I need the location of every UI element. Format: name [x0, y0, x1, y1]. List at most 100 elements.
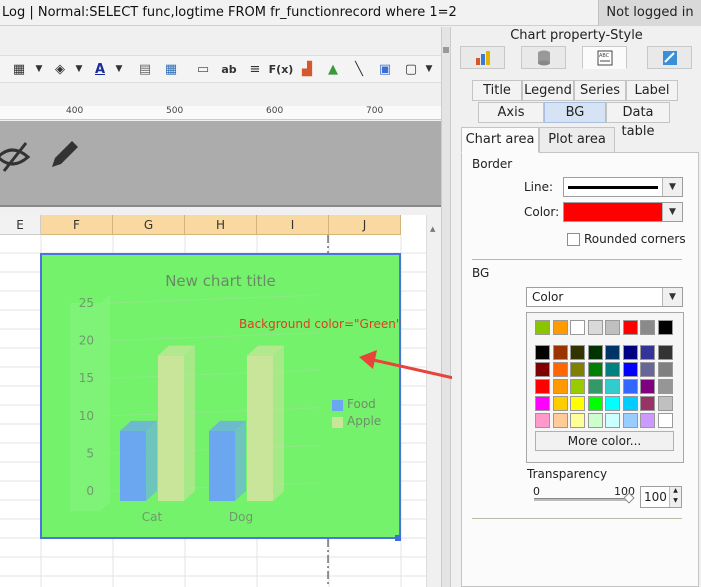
insert-doc-icon[interactable]: ▣: [376, 60, 394, 78]
insert-image-icon[interactable]: ▲: [324, 60, 342, 78]
transparency-slider[interactable]: [534, 498, 630, 501]
data-tab[interactable]: [521, 46, 566, 69]
color-swatch[interactable]: [657, 345, 673, 360]
scroll-up-icon[interactable]: ▲: [430, 225, 435, 233]
color-swatch[interactable]: [587, 362, 603, 377]
color-swatch[interactable]: [622, 396, 638, 411]
border-grid-icon[interactable]: ▦: [10, 60, 28, 78]
more-color-button[interactable]: More color...: [535, 431, 674, 451]
recent-color-swatch[interactable]: [552, 320, 568, 335]
column-header-j[interactable]: J: [329, 215, 401, 235]
color-swatch[interactable]: [622, 345, 638, 360]
color-swatch[interactable]: [622, 413, 638, 428]
chevron-down-icon[interactable]: ▼: [662, 288, 682, 306]
color-swatch[interactable]: [657, 379, 673, 394]
color-swatch[interactable]: [552, 396, 568, 411]
text-field-icon[interactable]: ▭: [194, 60, 212, 78]
effects-tab[interactable]: [647, 46, 692, 69]
recent-color-swatch[interactable]: [587, 320, 603, 335]
color-swatch[interactable]: [640, 345, 655, 360]
tab-label[interactable]: Label: [626, 80, 678, 101]
color-swatch[interactable]: [587, 379, 603, 394]
color-swatch[interactable]: [605, 413, 620, 428]
color-swatch[interactable]: [605, 345, 620, 360]
recent-color-swatch[interactable]: [640, 320, 655, 335]
table-icon[interactable]: ▦: [162, 60, 180, 78]
color-swatch[interactable]: [622, 379, 638, 394]
color-swatch[interactable]: [657, 396, 673, 411]
login-status[interactable]: Not logged in: [598, 0, 701, 26]
recent-color-swatch[interactable]: [570, 320, 585, 335]
color-swatch[interactable]: [570, 379, 585, 394]
chevron-down-icon[interactable]: ▼: [662, 203, 682, 221]
line-style-select[interactable]: ▼: [563, 177, 683, 197]
line-icon[interactable]: ╲: [350, 60, 368, 78]
color-swatch[interactable]: [640, 413, 655, 428]
font-color-icon[interactable]: A: [91, 60, 109, 78]
color-swatch[interactable]: [552, 379, 568, 394]
color-swatch[interactable]: [535, 396, 550, 411]
spin-up-icon[interactable]: ▲: [669, 487, 681, 497]
chevron-down-icon[interactable]: ▼: [110, 60, 128, 78]
style-tab[interactable]: ABC: [582, 46, 627, 69]
tab-title[interactable]: Title: [472, 80, 522, 101]
tab-data-table[interactable]: Data table: [606, 102, 670, 139]
color-swatch[interactable]: [552, 362, 568, 377]
edit-pencil-icon[interactable]: [46, 137, 82, 173]
formula-icon[interactable]: F(x): [269, 60, 294, 78]
color-swatch[interactable]: [570, 413, 585, 428]
text-ab-icon[interactable]: ab: [220, 60, 238, 78]
color-swatch[interactable]: [640, 362, 655, 377]
rounded-corners-checkbox[interactable]: [567, 233, 580, 246]
align-icon[interactable]: ≡: [246, 60, 264, 78]
color-swatch[interactable]: [535, 345, 550, 360]
color-swatch[interactable]: [570, 345, 585, 360]
spin-down-icon[interactable]: ▼: [669, 497, 681, 507]
color-swatch[interactable]: [657, 362, 673, 377]
color-swatch[interactable]: [587, 396, 603, 411]
chart-area[interactable]: New chart title Background color="Green"…: [40, 253, 401, 541]
transparency-stepper[interactable]: 100 ▲ ▼: [640, 486, 682, 508]
color-swatch[interactable]: [552, 345, 568, 360]
chevron-down-icon[interactable]: ▼: [30, 60, 48, 78]
column-header-g[interactable]: G: [113, 215, 185, 235]
tab-axis[interactable]: Axis: [478, 102, 544, 123]
column-header-i[interactable]: I: [257, 215, 329, 235]
tab-plot-area[interactable]: Plot area: [539, 127, 615, 153]
resize-handle[interactable]: [395, 535, 401, 541]
tab-bg[interactable]: BG: [544, 102, 606, 123]
insert-chart-icon[interactable]: ▟: [298, 60, 316, 78]
column-header-h[interactable]: H: [185, 215, 257, 235]
bg-type-select[interactable]: Color ▼: [526, 287, 683, 307]
hide-icon[interactable]: [0, 137, 32, 177]
tab-chart-area[interactable]: Chart area: [461, 127, 539, 153]
color-swatch[interactable]: [587, 345, 603, 360]
chart-type-tab[interactable]: [460, 46, 505, 69]
color-swatch[interactable]: [570, 362, 585, 377]
color-swatch[interactable]: [535, 362, 550, 377]
border-color-select[interactable]: ▼: [563, 202, 683, 222]
tab-series[interactable]: Series: [574, 80, 626, 101]
chevron-down-icon[interactable]: ▼: [70, 60, 88, 78]
chevron-down-icon[interactable]: ▼: [420, 60, 438, 78]
color-swatch[interactable]: [640, 379, 655, 394]
color-swatch[interactable]: [587, 413, 603, 428]
color-swatch[interactable]: [552, 413, 568, 428]
legend-apple[interactable]: Apple: [347, 414, 381, 428]
color-swatch[interactable]: [605, 396, 620, 411]
column-header-e[interactable]: E: [0, 215, 41, 235]
recent-color-swatch[interactable]: [605, 320, 620, 335]
chevron-down-icon[interactable]: ▼: [662, 178, 682, 196]
color-swatch[interactable]: [622, 362, 638, 377]
color-swatch[interactable]: [640, 396, 655, 411]
color-swatch[interactable]: [605, 362, 620, 377]
color-swatch[interactable]: [570, 396, 585, 411]
column-header-f[interactable]: F: [41, 215, 113, 235]
color-swatch[interactable]: [535, 413, 550, 428]
recent-color-swatch[interactable]: [622, 320, 638, 335]
recent-color-swatch[interactable]: [535, 320, 550, 335]
recent-color-swatch[interactable]: [657, 320, 673, 335]
insert-shape-icon[interactable]: ▢: [402, 60, 420, 78]
color-swatch[interactable]: [605, 379, 620, 394]
color-swatch[interactable]: [535, 379, 550, 394]
